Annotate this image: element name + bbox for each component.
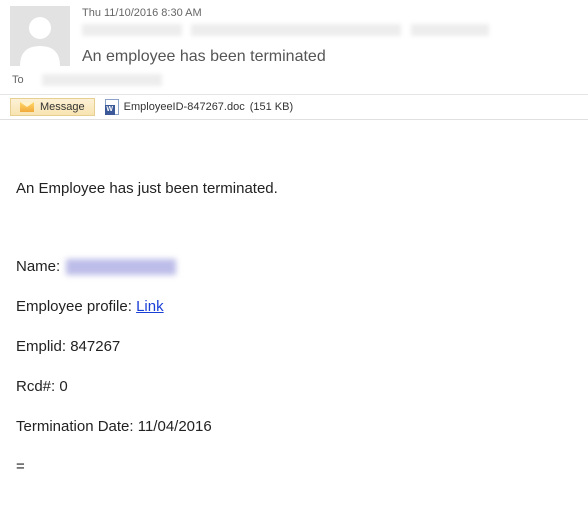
avatar-icon	[10, 6, 70, 66]
tab-message[interactable]: Message	[10, 98, 95, 116]
rcd-value: 0	[59, 378, 67, 395]
header-top-row: Thu 11/10/2016 8:30 AM An employee has b…	[10, 6, 578, 66]
profile-line: Employee profile: Link	[16, 297, 572, 317]
rcd-label: Rcd#:	[16, 378, 55, 395]
message-tab-label: Message	[40, 101, 85, 113]
to-row: To	[10, 74, 578, 86]
attachment-size: (151 KB)	[250, 101, 293, 113]
header-texts: Thu 11/10/2016 8:30 AM An employee has b…	[82, 6, 578, 66]
profile-label: Employee profile:	[16, 298, 132, 315]
profile-link[interactable]: Link	[136, 298, 164, 315]
emplid-line: Emplid: 847267	[16, 337, 572, 357]
email-subject: An employee has been terminated	[82, 48, 578, 66]
to-label: To	[12, 74, 32, 86]
name-redacted	[66, 259, 176, 275]
email-body: An Employee has just been terminated. Na…	[0, 120, 588, 517]
termdate-line: Termination Date: 11/04/2016	[16, 417, 572, 437]
emplid-value: 847267	[70, 338, 120, 355]
from-redacted	[82, 24, 578, 40]
name-label: Name:	[16, 258, 60, 275]
attachment-item[interactable]: EmployeeID-847267.doc (151 KB)	[105, 99, 294, 115]
word-doc-icon	[105, 99, 119, 115]
to-redacted	[42, 74, 162, 86]
attachment-name: EmployeeID-847267.doc	[124, 101, 245, 113]
termdate-value: 11/04/2016	[138, 418, 212, 435]
envelope-icon	[20, 102, 34, 112]
body-intro: An Employee has just been terminated.	[16, 180, 572, 197]
emplid-label: Emplid:	[16, 338, 66, 355]
tabs-row: Message EmployeeID-847267.doc (151 KB)	[0, 94, 588, 120]
email-date: Thu 11/10/2016 8:30 AM	[82, 6, 578, 20]
termdate-label: Termination Date:	[16, 418, 134, 435]
email-header: Thu 11/10/2016 8:30 AM An employee has b…	[0, 0, 588, 94]
tail-line: =	[16, 457, 572, 477]
rcd-line: Rcd#: 0	[16, 377, 572, 397]
name-line: Name:	[16, 257, 572, 277]
